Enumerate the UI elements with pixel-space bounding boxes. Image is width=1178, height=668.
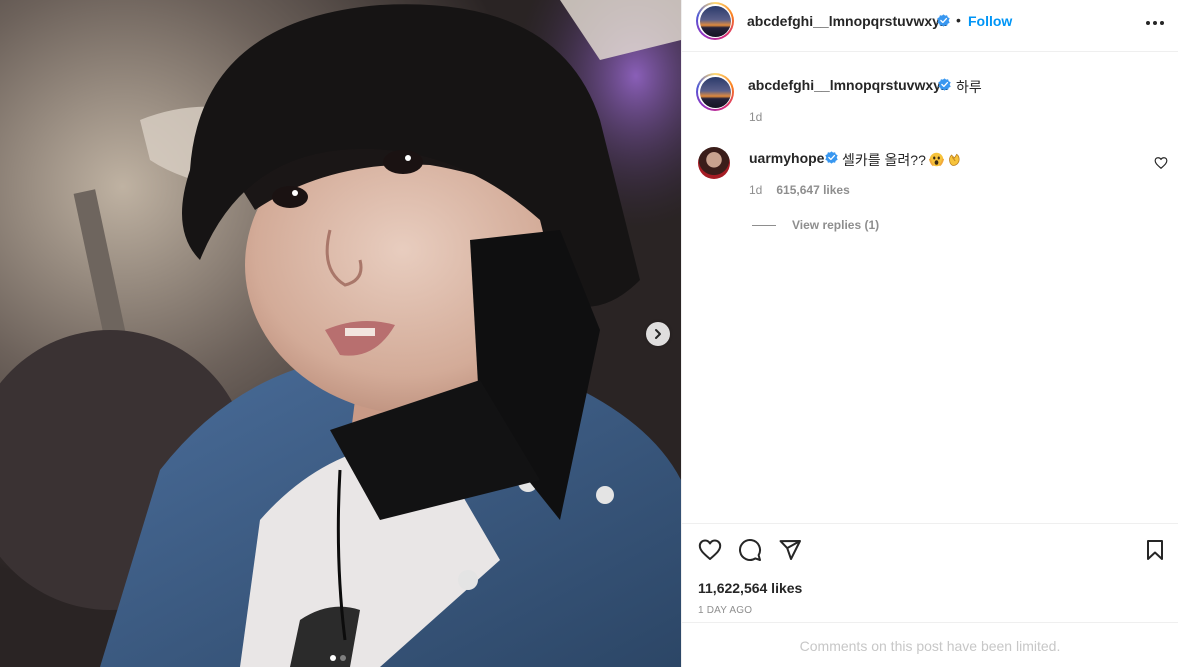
comment-likes-count[interactable]: 615,647 likes <box>776 183 849 197</box>
commenter-avatar[interactable] <box>698 147 730 179</box>
comments-limited-notice: Comments on this post have been limited. <box>682 622 1178 668</box>
post-header: abcdefghi__lmnopqrstuvwxyz • Follow <box>682 0 1178 52</box>
verified-badge-icon <box>938 78 951 91</box>
caption-author-avatar[interactable] <box>696 73 734 111</box>
post-media[interactable] <box>0 0 681 667</box>
comment-meta: 1d 615,647 likes <box>749 183 850 197</box>
carousel-dot <box>340 655 346 661</box>
carousel-indicator <box>330 655 346 661</box>
screaming-face-emoji <box>928 152 944 167</box>
share-icon[interactable] <box>778 538 802 562</box>
comment-text: 셀카를 올려?? <box>842 152 926 168</box>
more-options-button[interactable] <box>1143 11 1167 35</box>
replies-divider <box>752 225 776 226</box>
separator-dot: • <box>956 12 961 28</box>
post-side-panel: abcdefghi__lmnopqrstuvwxyz • Follow abcd… <box>681 0 1178 667</box>
verified-badge-icon <box>825 151 838 164</box>
post-likes-count[interactable]: 11,622,564 likes <box>698 580 802 596</box>
caption-timestamp[interactable]: 1d <box>749 110 762 124</box>
comments-limited-text: Comments on this post have been limited. <box>799 637 1061 654</box>
comment-like-heart-icon[interactable] <box>1154 156 1168 170</box>
next-photo-button[interactable] <box>646 322 670 346</box>
author-avatar[interactable] <box>696 2 734 40</box>
caption-username[interactable]: abcdefghi__lmnopqrstuvwxyz <box>748 77 948 93</box>
comment-body: 셀카를 올려?? <box>842 150 962 170</box>
chevron-right-icon <box>655 329 661 339</box>
caption-text: 하루 <box>956 79 982 95</box>
comment-icon[interactable] <box>738 538 762 562</box>
bookmark-icon[interactable] <box>1143 538 1167 562</box>
author-username[interactable]: abcdefghi__lmnopqrstuvwxyz <box>747 13 947 29</box>
heart-icon[interactable] <box>698 538 722 562</box>
clapping-hands-emoji <box>949 153 960 166</box>
view-replies-button[interactable]: View replies (1) <box>792 218 879 232</box>
post-actions: 11,622,564 likes 1 DAY AGO Comments on t… <box>682 523 1178 667</box>
post-date[interactable]: 1 DAY AGO <box>698 605 752 616</box>
follow-button[interactable]: Follow <box>968 13 1012 29</box>
comment-timestamp[interactable]: 1d <box>749 183 762 197</box>
more-horizontal-icon <box>1146 21 1164 25</box>
verified-badge-icon <box>937 14 950 27</box>
post-photo <box>0 0 681 667</box>
carousel-dot-active <box>330 655 336 661</box>
commenter-username[interactable]: uarmyhope <box>749 150 824 166</box>
